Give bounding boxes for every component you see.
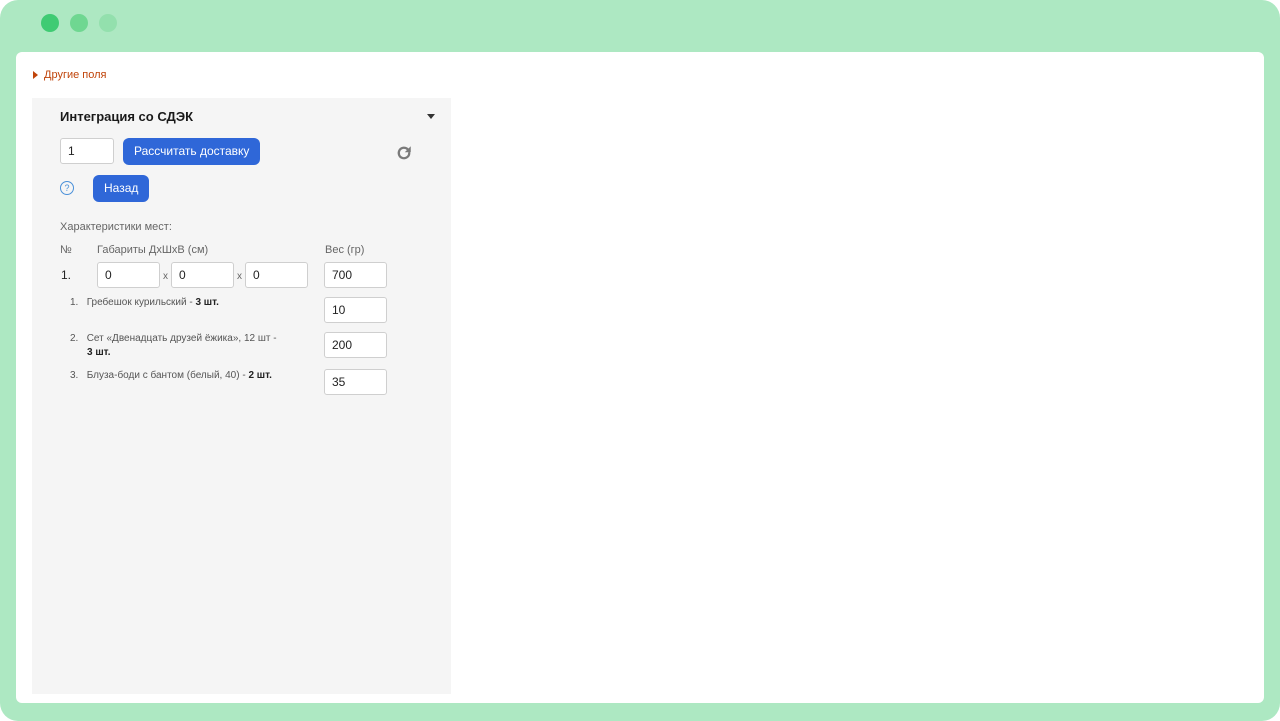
other-fields-toggle[interactable]: Другие поля <box>33 69 106 81</box>
item-qty: 3 шт. <box>87 347 111 358</box>
item-qty: 2 шт. <box>248 370 272 381</box>
places-count-input[interactable] <box>60 138 114 164</box>
list-item: 1. Гребешок курильский - 3 шт. <box>70 296 219 310</box>
item-weight-input[interactable] <box>324 332 387 358</box>
back-button[interactable]: Назад <box>93 175 150 202</box>
refresh-icon[interactable] <box>395 144 413 162</box>
minimize-window-dot[interactable] <box>70 14 88 32</box>
item-name: Сет «Двенадцать друзей ёжика», 12 шт - <box>86 333 277 344</box>
width-input[interactable] <box>171 262 234 288</box>
characteristics-label: Характеристики мест: <box>60 221 172 233</box>
cdek-integration-panel: Интеграция со СДЭК Рассчитать доставку ?… <box>32 98 451 694</box>
list-item: 2. Сет «Двенадцать друзей ёжика», 12 шт … <box>70 332 277 360</box>
panel-title: Интеграция со СДЭК <box>60 109 194 124</box>
item-number: 1. <box>70 297 79 308</box>
caret-right-icon <box>33 71 38 79</box>
collapse-caret-icon[interactable] <box>427 114 435 119</box>
height-input[interactable] <box>245 262 308 288</box>
other-fields-label: Другие поля <box>44 69 107 81</box>
header-dimensions: Габариты ДхШхВ (см) <box>97 244 209 256</box>
item-name: Гребешок курильский - <box>86 297 196 308</box>
window-controls <box>41 14 117 32</box>
close-window-dot[interactable] <box>41 14 59 32</box>
length-input[interactable] <box>97 262 160 288</box>
item-name: Блуза-боди с бантом (белый, 40) - <box>86 370 249 381</box>
help-icon[interactable]: ? <box>60 181 74 195</box>
item-number: 2. <box>70 333 79 344</box>
browser-frame: Другие поля Интеграция со СДЭК Рассчитат… <box>0 0 1280 721</box>
item-weight-input[interactable] <box>324 297 387 323</box>
header-number: № <box>60 244 72 256</box>
item-number: 3. <box>70 370 79 381</box>
item-weight-input[interactable] <box>324 369 387 395</box>
maximize-window-dot[interactable] <box>99 14 117 32</box>
calculate-delivery-button[interactable]: Рассчитать доставку <box>123 138 261 165</box>
item-qty: 3 шт. <box>195 297 219 308</box>
header-weight: Вес (гр) <box>325 244 365 256</box>
app-window: Другие поля Интеграция со СДЭК Рассчитат… <box>16 52 1264 703</box>
place-number: 1. <box>61 268 72 282</box>
place-weight-input[interactable] <box>324 262 387 288</box>
x-separator: x <box>237 271 242 282</box>
list-item: 3. Блуза-боди с бантом (белый, 40) - 2 ш… <box>70 369 272 383</box>
x-separator: x <box>163 271 168 282</box>
